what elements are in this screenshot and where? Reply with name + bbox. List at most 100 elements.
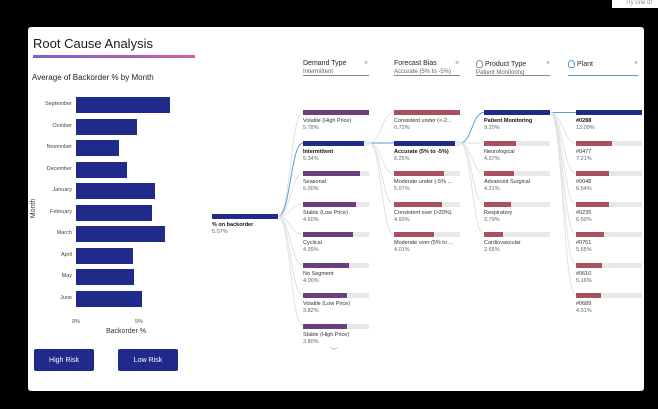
node-bar-track [484,232,550,237]
node-value: 6.72% [394,125,410,131]
column-title: Plant [568,60,593,68]
node-bar-track [576,262,642,268]
node-bar-track [303,201,369,207]
tree-node-demand[interactable]: Volatile (High Price) 5.78% [303,110,369,131]
node-bar-track [303,171,369,176]
tree-node-forecast[interactable]: Moderate over (5% to ... 4.01% [394,232,460,253]
node-value: 3.80% [303,338,319,345]
tree-node-plant[interactable]: #0048 6.54% [576,171,642,192]
column-header-plant[interactable]: Plant × [568,60,638,76]
node-bar-fill [576,232,605,237]
tree-link [459,112,485,144]
tree-node-product[interactable]: Advanced Surgical 4.21% [484,171,550,192]
column-title-text: Plant [577,60,593,68]
close-icon[interactable]: × [364,60,368,67]
tree-node-plant[interactable]: #0761 5.65% [576,232,642,253]
node-bar-fill [576,262,602,268]
tree-node-demand[interactable]: Stable (Low Price) 4.60% [303,201,369,223]
node-label: Respiratory [484,209,513,216]
node-label: Moderate over (5% to ... [394,240,453,246]
column-header-demand[interactable]: Demand Type Intermittent × [303,60,369,76]
tree-link [277,216,304,296]
node-bar-fill [303,262,349,268]
column-header-forecast[interactable]: Forecast Bias Accurate (5% to -5%) × [394,60,460,76]
root-node[interactable]: % on backorder 5.07% [212,214,278,235]
lightbulb-icon [568,60,575,68]
node-bar-track [303,262,369,268]
node-value: 4.00% [303,277,319,284]
node-value: 6.25% [394,155,410,162]
node-label: Accurate (5% to -5%) [394,148,449,155]
tree-link [277,112,304,217]
node-bar-track [576,140,642,146]
node-label: Neurological [484,148,515,155]
node-bar-fill [576,110,642,115]
node-value: 5.00% [303,186,319,192]
tree-link [368,142,395,205]
root-label: % on backorder [212,222,254,228]
tree-node-demand[interactable]: Seasonal 5.00% [303,171,369,192]
node-value: 2.65% [484,247,500,253]
node-bar-track [576,110,642,115]
tree-node-demand[interactable]: Volatile (Low Price) 3.82% [303,293,369,314]
node-bar-fill [394,171,444,176]
lightbulb-icon [476,60,483,68]
node-bar-fill [484,110,550,115]
node-label: Consistent over (>20%) [394,209,452,216]
tree-node-plant[interactable]: #0288 13.09% [576,110,642,131]
tree-node-product[interactable]: Cardiovascular 2.65% [484,232,550,253]
node-value: 4.01% [394,247,410,253]
node-label: No Segment [303,270,334,277]
node-bar-track [576,171,642,176]
tree-node-demand[interactable]: Intermittent 5.34% [303,140,369,162]
node-bar-fill [394,201,443,207]
tree-link [459,142,485,205]
tree-node-demand[interactable]: Stable (High Price) 3.80% [303,323,369,345]
tree-link [459,142,485,235]
tree-node-product[interactable]: Respiratory 3.79% [484,201,550,223]
column-title: Forecast Bias [394,60,437,67]
node-value: 9.20% [484,125,500,131]
tree-node-product[interactable]: Neurological 4.37% [484,140,550,162]
chevron-down-icon[interactable]: ﹀ [330,346,338,357]
node-label: #0235 [576,209,592,216]
node-label: #0610 [576,270,592,277]
node-bar-fill [576,201,609,207]
tree-node-demand[interactable]: No Segment 4.00% [303,262,369,284]
node-bar-fill [303,110,369,115]
root-value: 5.07% [212,229,228,235]
report-canvas: Root Cause Analysis Average of Backorder… [28,27,644,391]
tree-link [549,112,577,296]
close-icon[interactable]: × [634,60,638,67]
node-label: #0288 [576,118,592,124]
node-bar-track [484,110,550,115]
tree-node-forecast[interactable]: Moderate under (-5% ... 5.07% [394,171,460,192]
node-bar-track [394,110,460,115]
close-icon[interactable]: × [546,60,550,67]
node-bar-fill [394,110,460,115]
node-label: Consistent under (<-2... [394,118,452,124]
column-header-product[interactable]: Product Type Patient Monitoring × [476,60,550,76]
node-bar-track [394,140,460,146]
node-bar-fill [576,293,602,298]
node-bar-fill [576,140,613,146]
tree-node-plant[interactable]: #0610 5.16% [576,262,642,284]
node-bar-fill [303,293,347,298]
column-title: Product Type [476,60,526,68]
tree-node-plant[interactable]: #0689 4.91% [576,293,642,314]
tree-node-forecast[interactable]: Consistent under (<-2... 6.72% [394,110,460,131]
tree-node-product[interactable]: Patient Monitoring 9.20% [484,110,550,131]
tree-node-plant[interactable]: #0477 7.21% [576,140,642,162]
node-bar-fill [303,171,361,176]
node-label: Seasonal [303,179,326,185]
screen-frame: Try one of Root Cause Analysis Average o… [0,0,658,409]
close-icon[interactable]: × [455,60,459,67]
tree-node-plant[interactable]: #0235 6.50% [576,201,642,223]
node-bar-fill [484,201,512,207]
node-label: Moderate under (-5% ... [394,179,453,185]
tree-node-forecast[interactable]: Accurate (5% to -5%) 6.25% [394,140,460,162]
tree-node-demand[interactable]: Cyclical 4.39% [303,232,369,253]
node-value: 5.16% [576,277,592,284]
tree-link [277,142,304,217]
tree-node-forecast[interactable]: Consistent over (>20%) 4.93% [394,201,460,223]
